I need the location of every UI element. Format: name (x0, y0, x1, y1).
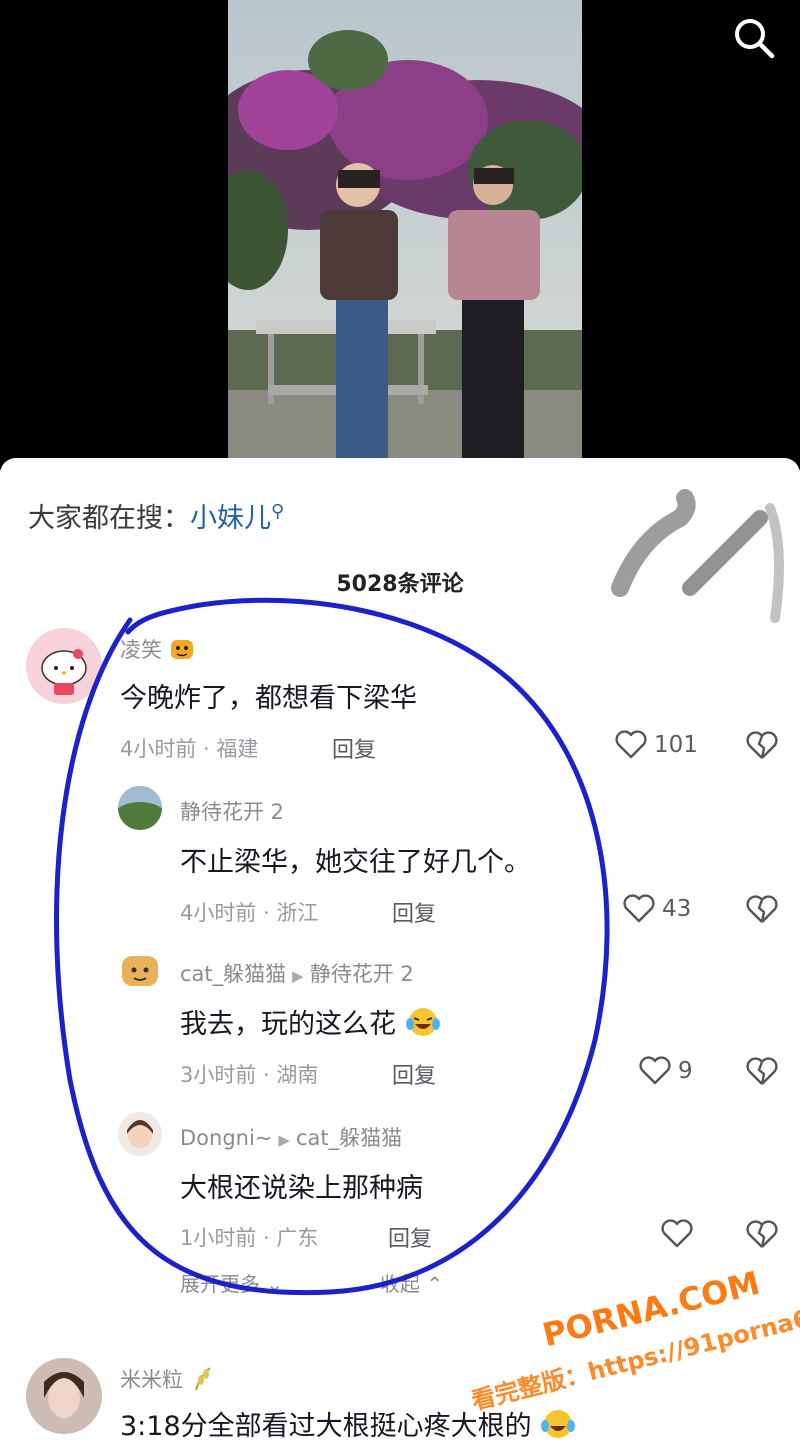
comment-meta: 3小时前 · 湖南 (180, 1063, 319, 1087)
woman-avatar-icon (26, 1358, 102, 1434)
avatar[interactable] (26, 1358, 102, 1434)
laughing-tears-emoji-icon (405, 1006, 441, 1045)
dislike-button[interactable] (745, 1220, 779, 1254)
expand-more-button[interactable]: 展开更多 ⌄ (180, 1268, 283, 1297)
landscape-avatar-icon (118, 786, 162, 830)
comment-text: 今晚炸了，都想看下梁华 (120, 683, 417, 714)
comment-text: 大根还说染上那种病 (180, 1173, 423, 1204)
reply-button[interactable]: 回复 (392, 896, 436, 928)
trending-keyword[interactable]: 小妹儿 (190, 503, 271, 534)
video-frame (228, 0, 582, 470)
comment-username[interactable]: cat_躲猫猫 ▶ 静待花开 2 (180, 958, 414, 988)
heart-icon (639, 1056, 671, 1085)
video-player[interactable] (0, 0, 800, 470)
comment-meta: 4小时前 · 福建 (120, 737, 259, 761)
comment-count: 5028条评论 (336, 572, 464, 597)
comment-text: 我去，玩的这么花 (180, 1002, 441, 1045)
comment-meta: 1小时前 · 广东 (180, 1226, 319, 1250)
comment-meta: 4小时前 · 浙江 (180, 901, 319, 925)
trending-search[interactable]: 大家都在搜：小妹儿⚲ (28, 496, 284, 535)
reply-to-username[interactable]: cat_躲猫猫 (296, 1126, 402, 1150)
like-count: 101 (654, 732, 698, 758)
broken-heart-icon (746, 1220, 778, 1248)
avatar[interactable] (26, 628, 102, 704)
reply-arrow-icon: ▶ (292, 967, 304, 985)
comment-username[interactable]: 静待花开 2 (180, 796, 284, 826)
reply-button[interactable]: 回复 (388, 1221, 432, 1253)
broken-heart-icon (746, 895, 778, 923)
broken-heart-icon (746, 1057, 778, 1085)
collapse-button[interactable]: 收起 ⌃ (380, 1268, 443, 1297)
search-icon: ⚲ (271, 501, 285, 522)
reply-button[interactable]: 回复 (332, 732, 376, 764)
comment-text: 3:18分全部看过大根挺心疼大根的 (120, 1404, 576, 1442)
chevron-down-icon: ⌄ (266, 1272, 284, 1296)
avatar[interactable] (118, 948, 162, 992)
reply-arrow-icon: ▶ (278, 1131, 290, 1149)
tiger-emoji-icon (169, 637, 195, 666)
search-icon (735, 19, 775, 59)
crying-laughing-emoji-icon (540, 1408, 576, 1442)
girl-avatar-icon (127, 1120, 153, 1148)
search-button[interactable] (730, 14, 778, 62)
dislike-button[interactable] (745, 1057, 779, 1091)
heart-icon (615, 730, 647, 759)
chevron-up-icon: ⌃ (426, 1272, 444, 1296)
avatar[interactable] (118, 1112, 162, 1156)
comment-username[interactable]: Dongni~ ▶ cat_躲猫猫 (180, 1122, 402, 1152)
dislike-button[interactable] (745, 731, 779, 765)
video-still-image (228, 0, 582, 470)
trending-prefix: 大家都在搜： (28, 503, 190, 534)
heart-icon (623, 894, 655, 923)
like-count: 9 (678, 1058, 693, 1084)
avatar[interactable] (118, 786, 162, 830)
comment-text: 不止梁华，她交往了好几个。 (180, 847, 531, 878)
comment-username[interactable]: 米米粒 (120, 1364, 216, 1397)
like-count: 43 (662, 896, 692, 922)
like-button[interactable]: 9 (638, 1056, 693, 1086)
rice-emoji-icon (190, 1366, 216, 1397)
hello-kitty-avatar-icon (41, 649, 87, 695)
reply-button[interactable]: 回复 (392, 1058, 436, 1090)
cat-avatar-icon (122, 956, 158, 986)
reply-to-username[interactable]: 静待花开 2 (310, 962, 414, 986)
like-button[interactable] (660, 1219, 694, 1249)
like-button[interactable]: 101 (614, 730, 698, 760)
dislike-button[interactable] (745, 895, 779, 929)
broken-heart-icon (746, 731, 778, 759)
comment-username[interactable]: 凌笑 (120, 634, 195, 666)
like-button[interactable]: 43 (622, 894, 691, 924)
heart-icon (661, 1219, 693, 1248)
